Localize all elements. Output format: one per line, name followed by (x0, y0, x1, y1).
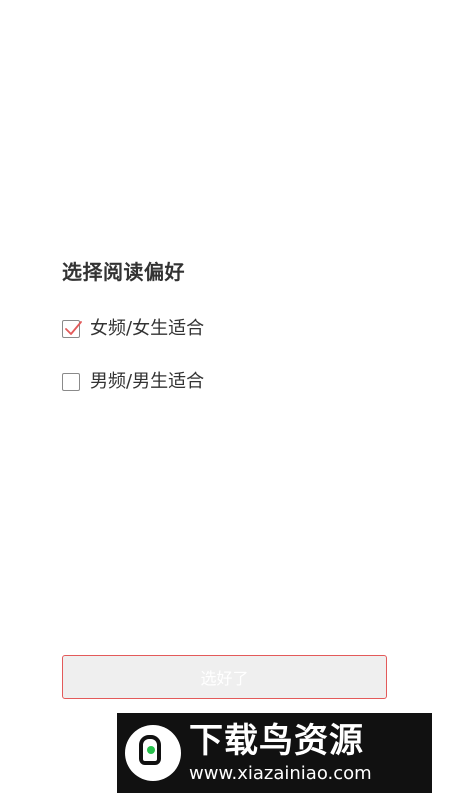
checkbox-unchecked[interactable] (62, 373, 80, 391)
option-female[interactable]: 女频/女生适合 (62, 317, 204, 341)
bird-logo-icon (125, 725, 181, 781)
checkmark-icon (65, 321, 82, 335)
option-male[interactable]: 男频/男生适合 (62, 370, 204, 394)
checkbox-checked[interactable] (62, 320, 82, 338)
option-label: 女频/女生适合 (90, 318, 205, 339)
page-title: 选择阅读偏好 (62, 260, 185, 284)
confirm-button[interactable]: 选好了 (62, 655, 387, 699)
watermark-url: www.xiazainiao.com (189, 763, 372, 784)
watermark-banner: 下载鸟资源 www.xiazainiao.com (117, 713, 432, 793)
reading-preference-screen: 选择阅读偏好 女频/女生适合 男频/男生适合 选好了 下载鸟资源 www.xia… (0, 0, 450, 800)
option-label: 男频/男生适合 (90, 371, 205, 392)
watermark-name: 下载鸟资源 (189, 721, 364, 761)
